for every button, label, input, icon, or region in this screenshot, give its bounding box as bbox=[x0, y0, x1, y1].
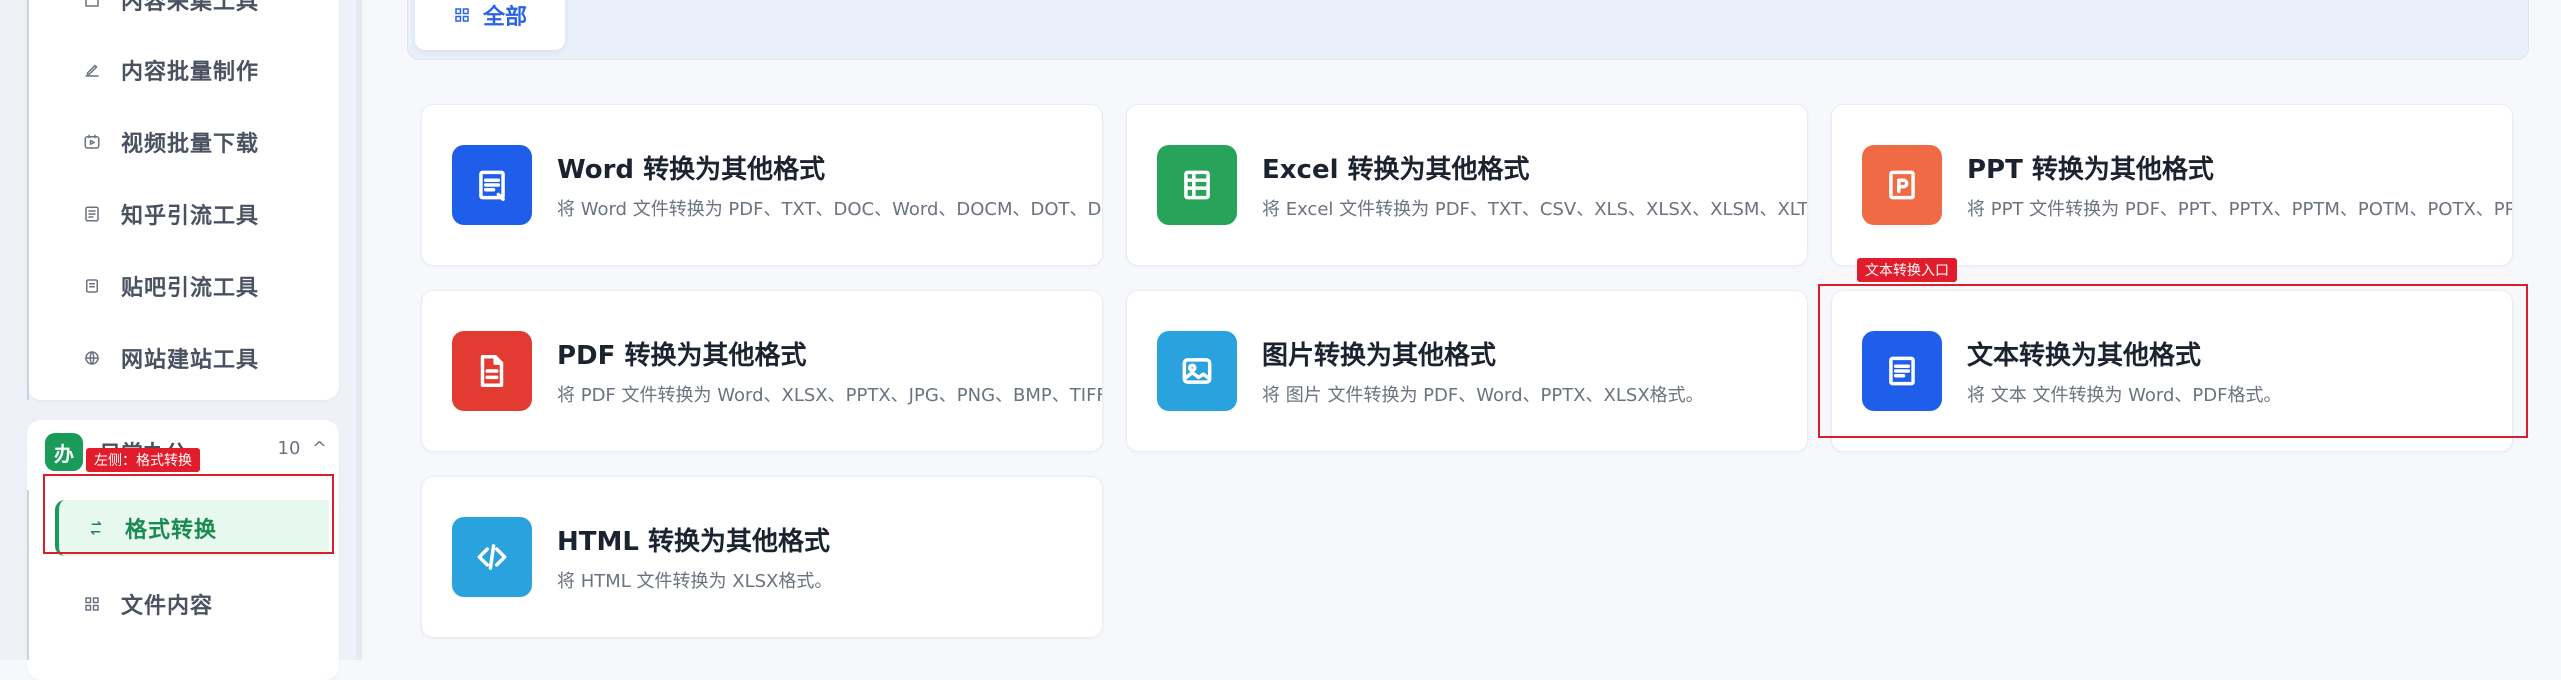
globe-icon bbox=[83, 349, 101, 367]
card-pdf-convert[interactable]: PDF 转换为其他格式 将 PDF 文件转换为 Word、XLSX、PPTX、J… bbox=[421, 290, 1103, 452]
excel-table-icon bbox=[1157, 145, 1237, 225]
card-title: Excel 转换为其他格式 bbox=[1262, 155, 1530, 185]
pdf-file-icon bbox=[452, 331, 532, 411]
image-icon bbox=[1157, 331, 1237, 411]
ppt-icon bbox=[1862, 145, 1942, 225]
tree-line bbox=[27, 0, 29, 400]
sidebar-scroll-rail[interactable] bbox=[356, 0, 362, 660]
sidebar-item-content-batch[interactable]: 内容批量制作 bbox=[55, 42, 325, 98]
pencil-icon bbox=[83, 61, 101, 79]
card-title: HTML 转换为其他格式 bbox=[557, 527, 830, 557]
tab-all[interactable]: 全部 bbox=[415, 0, 565, 50]
sidebar-item-label: 视频批量下载 bbox=[121, 132, 260, 157]
group-badge: 办 bbox=[45, 433, 83, 471]
collect-icon bbox=[83, 0, 101, 9]
card-desc: 将 PDF 文件转换为 Word、XLSX、PPTX、JPG、PNG、BMP、T… bbox=[557, 385, 1103, 406]
card-excel-convert[interactable]: Excel 转换为其他格式 将 Excel 文件转换为 PDF、TXT、CSV、… bbox=[1126, 104, 1808, 266]
word-doc-icon bbox=[452, 145, 532, 225]
annotation-tag-text: 文本转换入口 bbox=[1857, 258, 1957, 282]
highlight-box-left bbox=[43, 474, 334, 554]
zhihu-icon bbox=[83, 205, 101, 223]
tree-line bbox=[27, 490, 29, 660]
card-desc: 将 HTML 文件转换为 XLSX格式。 bbox=[557, 571, 833, 592]
sidebar-item-tieba[interactable]: 贴吧引流工具 bbox=[55, 258, 325, 314]
group-count-value: 10 bbox=[277, 438, 301, 459]
card-desc: 将 PPT 文件转换为 PDF、PPT、PPTX、PPTM、POTM、POTX、… bbox=[1967, 199, 2512, 220]
grid-icon bbox=[455, 8, 469, 22]
sidebar-item-label: 网站建站工具 bbox=[121, 348, 260, 373]
sidebar-item-zhihu[interactable]: 知乎引流工具 bbox=[55, 186, 325, 242]
sidebar-item-website[interactable]: 网站建站工具 bbox=[55, 330, 325, 386]
card-html-convert[interactable]: HTML 转换为其他格式 将 HTML 文件转换为 XLSX格式。 bbox=[421, 476, 1103, 638]
card-ppt-convert[interactable]: PPT 转换为其他格式 将 PPT 文件转换为 PDF、PPT、PPTX、PPT… bbox=[1831, 104, 2513, 266]
code-icon bbox=[452, 517, 532, 597]
annotation-tag-left: 左侧：格式转换 bbox=[86, 448, 200, 472]
card-word-convert[interactable]: Word 转换为其他格式 将 Word 文件转换为 PDF、TXT、DOC、Wo… bbox=[421, 104, 1103, 266]
card-title: Word 转换为其他格式 bbox=[557, 155, 826, 185]
tab-all-label: 全部 bbox=[482, 5, 527, 30]
sidebar-item-content-collect[interactable]: 内容采集工具 bbox=[55, 0, 325, 28]
sidebar-item-label: 内容采集工具 bbox=[121, 0, 260, 15]
card-title: PPT 转换为其他格式 bbox=[1967, 155, 2214, 185]
sidebar-item-file-content[interactable]: 文件内容 bbox=[55, 576, 325, 632]
sidebar-item-label: 内容批量制作 bbox=[121, 60, 260, 85]
card-image-convert[interactable]: 图片转换为其他格式 将 图片 文件转换为 PDF、Word、PPTX、XLSX格… bbox=[1126, 290, 1808, 452]
highlight-box-text-card bbox=[1818, 284, 2528, 438]
grid-icon bbox=[83, 595, 101, 613]
card-desc: 将 Excel 文件转换为 PDF、TXT、CSV、XLS、XLSX、XLSM、… bbox=[1262, 199, 1808, 220]
group-count: 10 ^ bbox=[278, 438, 327, 459]
sidebar-item-video-download[interactable]: 视频批量下载 bbox=[55, 114, 325, 170]
sidebar-item-label: 知乎引流工具 bbox=[121, 204, 260, 229]
card-desc: 将 图片 文件转换为 PDF、Word、PPTX、XLSX格式。 bbox=[1262, 385, 1704, 406]
chevron-up-icon[interactable]: ^ bbox=[312, 438, 327, 459]
sidebar-item-label: 贴吧引流工具 bbox=[121, 276, 260, 301]
filter-bar bbox=[407, 0, 2529, 60]
card-desc: 将 Word 文件转换为 PDF、TXT、DOC、Word、DOCM、DOT、D… bbox=[557, 199, 1103, 220]
card-title: PDF 转换为其他格式 bbox=[557, 341, 807, 371]
card-title: 图片转换为其他格式 bbox=[1262, 341, 1497, 371]
sidebar-item-label: 文件内容 bbox=[121, 594, 214, 619]
video-icon bbox=[83, 133, 101, 151]
doc-icon bbox=[83, 277, 101, 295]
